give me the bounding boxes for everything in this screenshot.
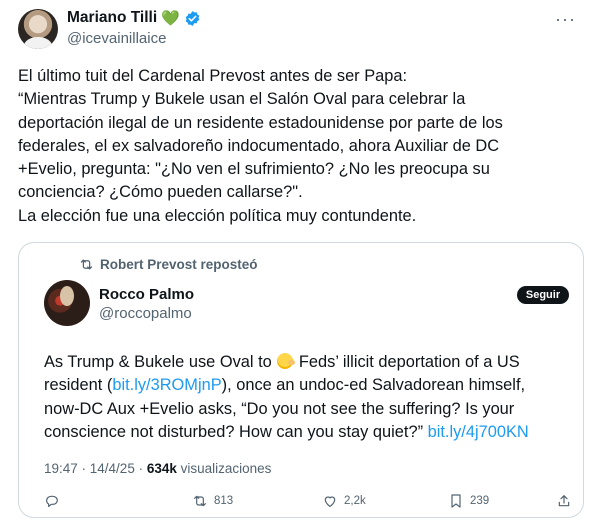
tweet-metadata: 19:47 · 14/4/25 · 634k visualizaciones (44, 461, 271, 476)
tweet-line: “Mientras Trump y Bukele usan el Salón O… (18, 90, 466, 109)
quoted-text-segment: conscience not disturbed? How can you st… (44, 422, 424, 441)
more-options-icon[interactable]: ··· (555, 10, 576, 28)
tweet-line: La elección fue una elección política mu… (18, 206, 417, 225)
views-count: 634k (146, 461, 177, 476)
verified-badge-icon (185, 10, 200, 26)
tweet-text: El último tuit del Cardenal Prevost ante… (18, 65, 578, 228)
reply-button[interactable] (44, 493, 60, 509)
repost-icon (194, 495, 206, 507)
repost-button[interactable]: 813 (192, 493, 233, 509)
repost-icon (80, 259, 93, 270)
tweet-header: Mariano Tilli 💚 @icevainillaice ··· (18, 8, 582, 50)
share-button[interactable] (556, 493, 572, 509)
quoted-text-segment: As Trump & Bukele use Oval to (44, 353, 272, 371)
like-count: 2,2k (344, 495, 366, 507)
quoted-author-handle[interactable]: @roccopalmo (99, 305, 192, 322)
bookmark-button[interactable]: 239 (448, 493, 489, 509)
quoted-author-name[interactable]: Rocco Palmo (99, 286, 194, 303)
facepalm-emoji-icon (277, 353, 296, 369)
heart-icon (324, 496, 336, 507)
quoted-text-segment: Feds’ illicit deportation of a US (298, 353, 520, 371)
tweet-line: +Evelio, pregunta: "¿No ven el sufrimien… (18, 160, 490, 179)
share-icon (558, 495, 570, 507)
timestamp[interactable]: 19:47 · 14/4/25 · (44, 461, 147, 476)
quoted-author-avatar[interactable] (44, 280, 90, 326)
author-name-row: Mariano Tilli 💚 (67, 9, 201, 27)
follow-button[interactable]: Seguir (517, 286, 569, 304)
link-bitly-1[interactable]: bit.ly/3ROMjnP (112, 376, 221, 394)
action-bar: 813 2,2k 239 (44, 493, 574, 513)
repost-count: 813 (214, 495, 234, 507)
author-handle[interactable]: @icevainillaice (67, 30, 166, 47)
link-bitly-2[interactable]: bit.ly/4j700KN (428, 423, 529, 441)
quoted-line: now-DC Aux +Evelio asks, “Do you not see… (44, 399, 515, 418)
tweet-line: El último tuit del Cardenal Prevost ante… (18, 67, 408, 85)
bookmark-count: 239 (470, 495, 490, 507)
quoted-text-segment: ), once an undoc-ed Salvadorean himself, (221, 376, 526, 395)
quoted-line: As Trump & Bukele use Oval to Feds’ illi… (44, 351, 564, 374)
repost-label[interactable]: Robert Prevost reposteó (100, 257, 258, 272)
quoted-text-segment: resident ( (44, 376, 113, 395)
repost-indicator: Robert Prevost reposteó (79, 257, 258, 272)
author-name[interactable]: Mariano Tilli (67, 9, 157, 27)
tweet-line: deportación ilegal de un residente estad… (18, 113, 503, 132)
views-label: visualizaciones (176, 461, 272, 476)
green-heart-icon: 💚 (161, 9, 180, 27)
bookmark-icon (451, 494, 461, 508)
reply-icon (46, 495, 58, 507)
quoted-tweet-card[interactable]: Robert Prevost reposteó Rocco Palmo @roc… (18, 242, 584, 518)
tweet-line: federales, el ex salvadoreño indocumenta… (18, 136, 500, 155)
like-button[interactable]: 2,2k (322, 493, 366, 509)
author-avatar[interactable] (18, 9, 58, 49)
tweet-line: conciencia? ¿Cómo pueden callarse?". (18, 183, 303, 202)
quoted-line: resident (bit.ly/3ROMjnP), once an undoc… (44, 374, 564, 397)
quoted-tweet-text: As Trump & Bukele use Oval to Feds’ illi… (44, 351, 564, 444)
quoted-line: conscience not disturbed? How can you st… (44, 421, 564, 444)
